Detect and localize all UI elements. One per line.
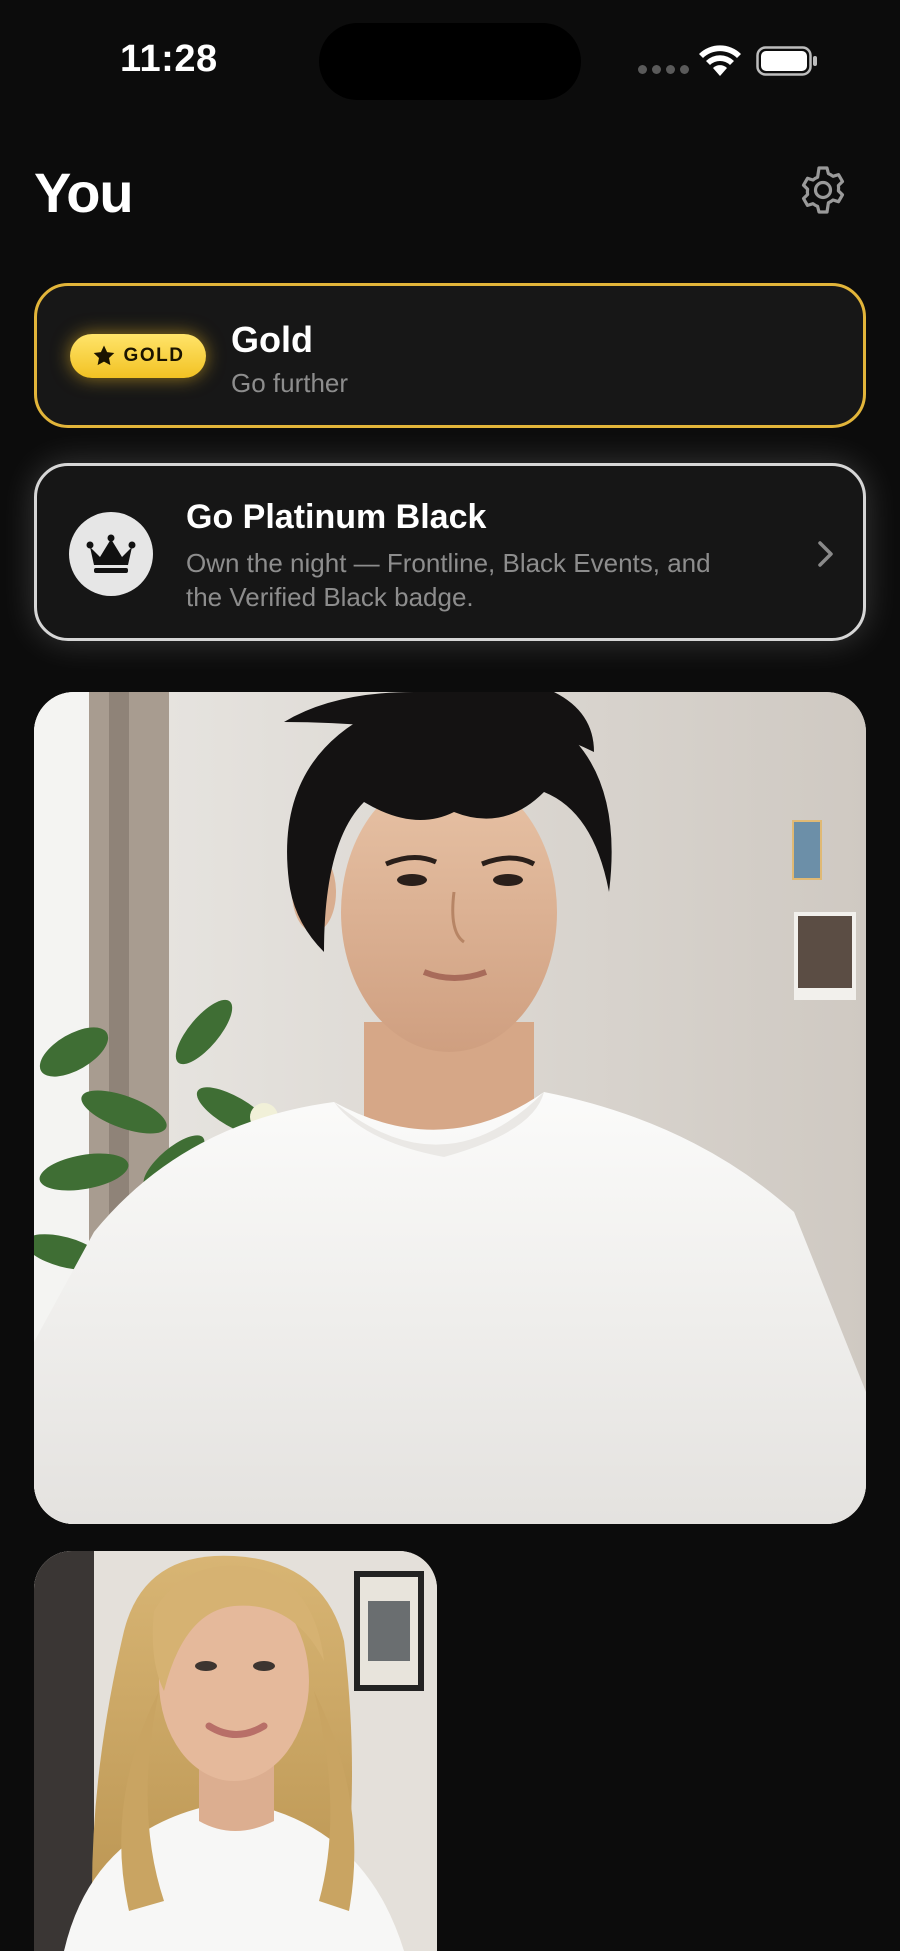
profile-photo-secondary[interactable] <box>34 1551 437 1951</box>
platinum-card-description: Own the night — Frontline, Black Events,… <box>186 548 711 612</box>
gold-card-subtitle: Go further <box>231 368 349 398</box>
star-icon <box>93 345 114 366</box>
profile-photo-primary[interactable] <box>34 692 866 1524</box>
page-title: You <box>34 161 134 224</box>
profile-page: 11:28 You GOLD Gold Go further Go Platin… <box>0 0 900 1951</box>
photo-woman-illustration <box>34 1551 437 1951</box>
gear-icon[interactable] <box>798 165 848 215</box>
gold-card-title: Gold <box>231 319 313 360</box>
chevron-right-icon <box>818 541 833 567</box>
platinum-black-upsell-card[interactable]: Go Platinum Black Own the night — Frontl… <box>34 463 866 641</box>
wifi-icon <box>699 45 741 76</box>
status-time: 11:28 <box>120 38 218 80</box>
battery-icon <box>756 46 817 76</box>
gold-badge: GOLD <box>70 334 206 378</box>
photo-man-illustration <box>34 692 866 1524</box>
gold-membership-card[interactable]: GOLD Gold Go further <box>34 283 866 428</box>
crown-avatar <box>69 512 153 596</box>
platinum-card-title: Go Platinum Black <box>186 498 487 536</box>
cellular-signal-icon <box>638 65 689 74</box>
crown-icon <box>86 534 136 573</box>
gold-badge-label: GOLD <box>123 345 185 366</box>
dynamic-island <box>319 23 581 100</box>
